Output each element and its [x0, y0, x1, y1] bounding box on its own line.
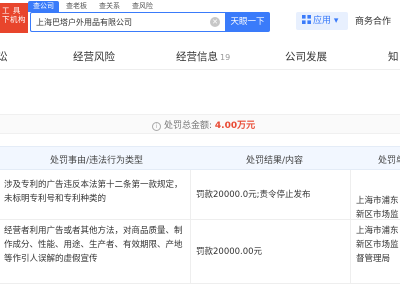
- nav-item-ip[interactable]: 知: [388, 49, 399, 64]
- caret-down-icon: ▾: [331, 16, 339, 26]
- brand-line-1: 工 具: [2, 6, 21, 15]
- brand-logo[interactable]: 工 具 下机构: [0, 3, 28, 33]
- table-row: 经营者利用广告或者其他方法，对商品质量、制作成分、性能、用途、生产者、有效期限、…: [0, 220, 400, 284]
- penalty-total-unit: 万元: [237, 121, 256, 131]
- cell-result: 罚款20000.00元: [196, 247, 263, 257]
- search-button[interactable]: 天眼一下: [225, 12, 270, 32]
- penalty-total: i 处罚总金额: 4.00万元: [152, 118, 255, 131]
- nav-item-business-info[interactable]: 经营信息 19: [176, 49, 230, 64]
- tab-search-risk[interactable]: 查风险: [127, 1, 158, 12]
- penalty-total-bar: i 处罚总金额: 4.00万元: [0, 114, 400, 134]
- nav-item-count: 19: [220, 53, 231, 62]
- column-header-reason: 处罚事由/违法行为类型: [50, 156, 144, 166]
- column-divider: [190, 220, 191, 283]
- info-icon[interactable]: i: [152, 122, 161, 131]
- top-header: 工 具 下机构 查公司 查老板 查关系 查风险 ✕ 天眼一下 应用 ▾ 商务合作: [0, 0, 400, 40]
- nav-item-litigation[interactable]: 讼: [0, 49, 8, 64]
- grid-icon: [302, 15, 311, 24]
- brand-line-2: 下机构: [2, 15, 26, 24]
- nav-item-business-risk[interactable]: 经营风险: [73, 49, 115, 64]
- penalty-total-amount: 4.00: [214, 121, 238, 131]
- search-input[interactable]: [31, 13, 206, 31]
- cell-reason: 经营者利用广告或者其他方法，对商品质量、制作成分、性能、用途、生产者、有效期限、…: [4, 226, 183, 264]
- column-divider: [350, 220, 351, 283]
- section-nav: 讼 经营风险 经营信息 19 公司发展 知: [0, 44, 400, 70]
- nav-item-development[interactable]: 公司发展: [285, 49, 327, 64]
- cell-org: 上海市浦东新区市场监督管理局: [356, 196, 399, 220]
- nav-item-label: 讼: [0, 51, 8, 63]
- penalty-total-label: 处罚总金额:: [164, 121, 213, 131]
- apps-button[interactable]: 应用 ▾: [296, 12, 348, 30]
- column-divider: [190, 170, 191, 219]
- nav-item-label: 知: [388, 51, 399, 63]
- nav-item-label: 经营风险: [73, 51, 115, 63]
- tab-search-boss[interactable]: 查老板: [61, 1, 92, 12]
- cell-result: 罚款20000.0元;责令停止发布: [196, 190, 311, 200]
- cell-org: 上海市浦东新区市场监督管理局: [356, 226, 399, 264]
- tab-search-company[interactable]: 查公司: [28, 1, 59, 12]
- penalty-table: 处罚事由/违法行为类型 处罚结果/内容 处罚单 涉及专利的广告违反本法第十二条第…: [0, 146, 400, 284]
- search-type-tabs: 查公司 查老板 查关系 查风险: [28, 1, 158, 12]
- table-row: 涉及专利的广告违反本法第十二条第一款规定，未标明专利号和专利种类的 罚款2000…: [0, 170, 400, 220]
- search-box: ✕: [30, 12, 225, 32]
- apps-label: 应用: [313, 16, 332, 26]
- cell-reason: 涉及专利的广告违反本法第十二条第一款规定，未标明专利号和专利种类的: [4, 180, 183, 204]
- table-header: 处罚事由/违法行为类型 处罚结果/内容 处罚单: [0, 146, 400, 170]
- nav-item-label: 经营信息: [176, 51, 218, 63]
- nav-item-label: 公司发展: [285, 51, 327, 63]
- clear-icon[interactable]: ✕: [210, 17, 220, 27]
- column-divider: [350, 170, 351, 219]
- column-header-org: 处罚单: [378, 156, 400, 166]
- column-header-result: 处罚结果/内容: [246, 156, 304, 166]
- tab-search-relation[interactable]: 查关系: [94, 1, 125, 12]
- business-cooperation-link[interactable]: 商务合作: [355, 14, 391, 27]
